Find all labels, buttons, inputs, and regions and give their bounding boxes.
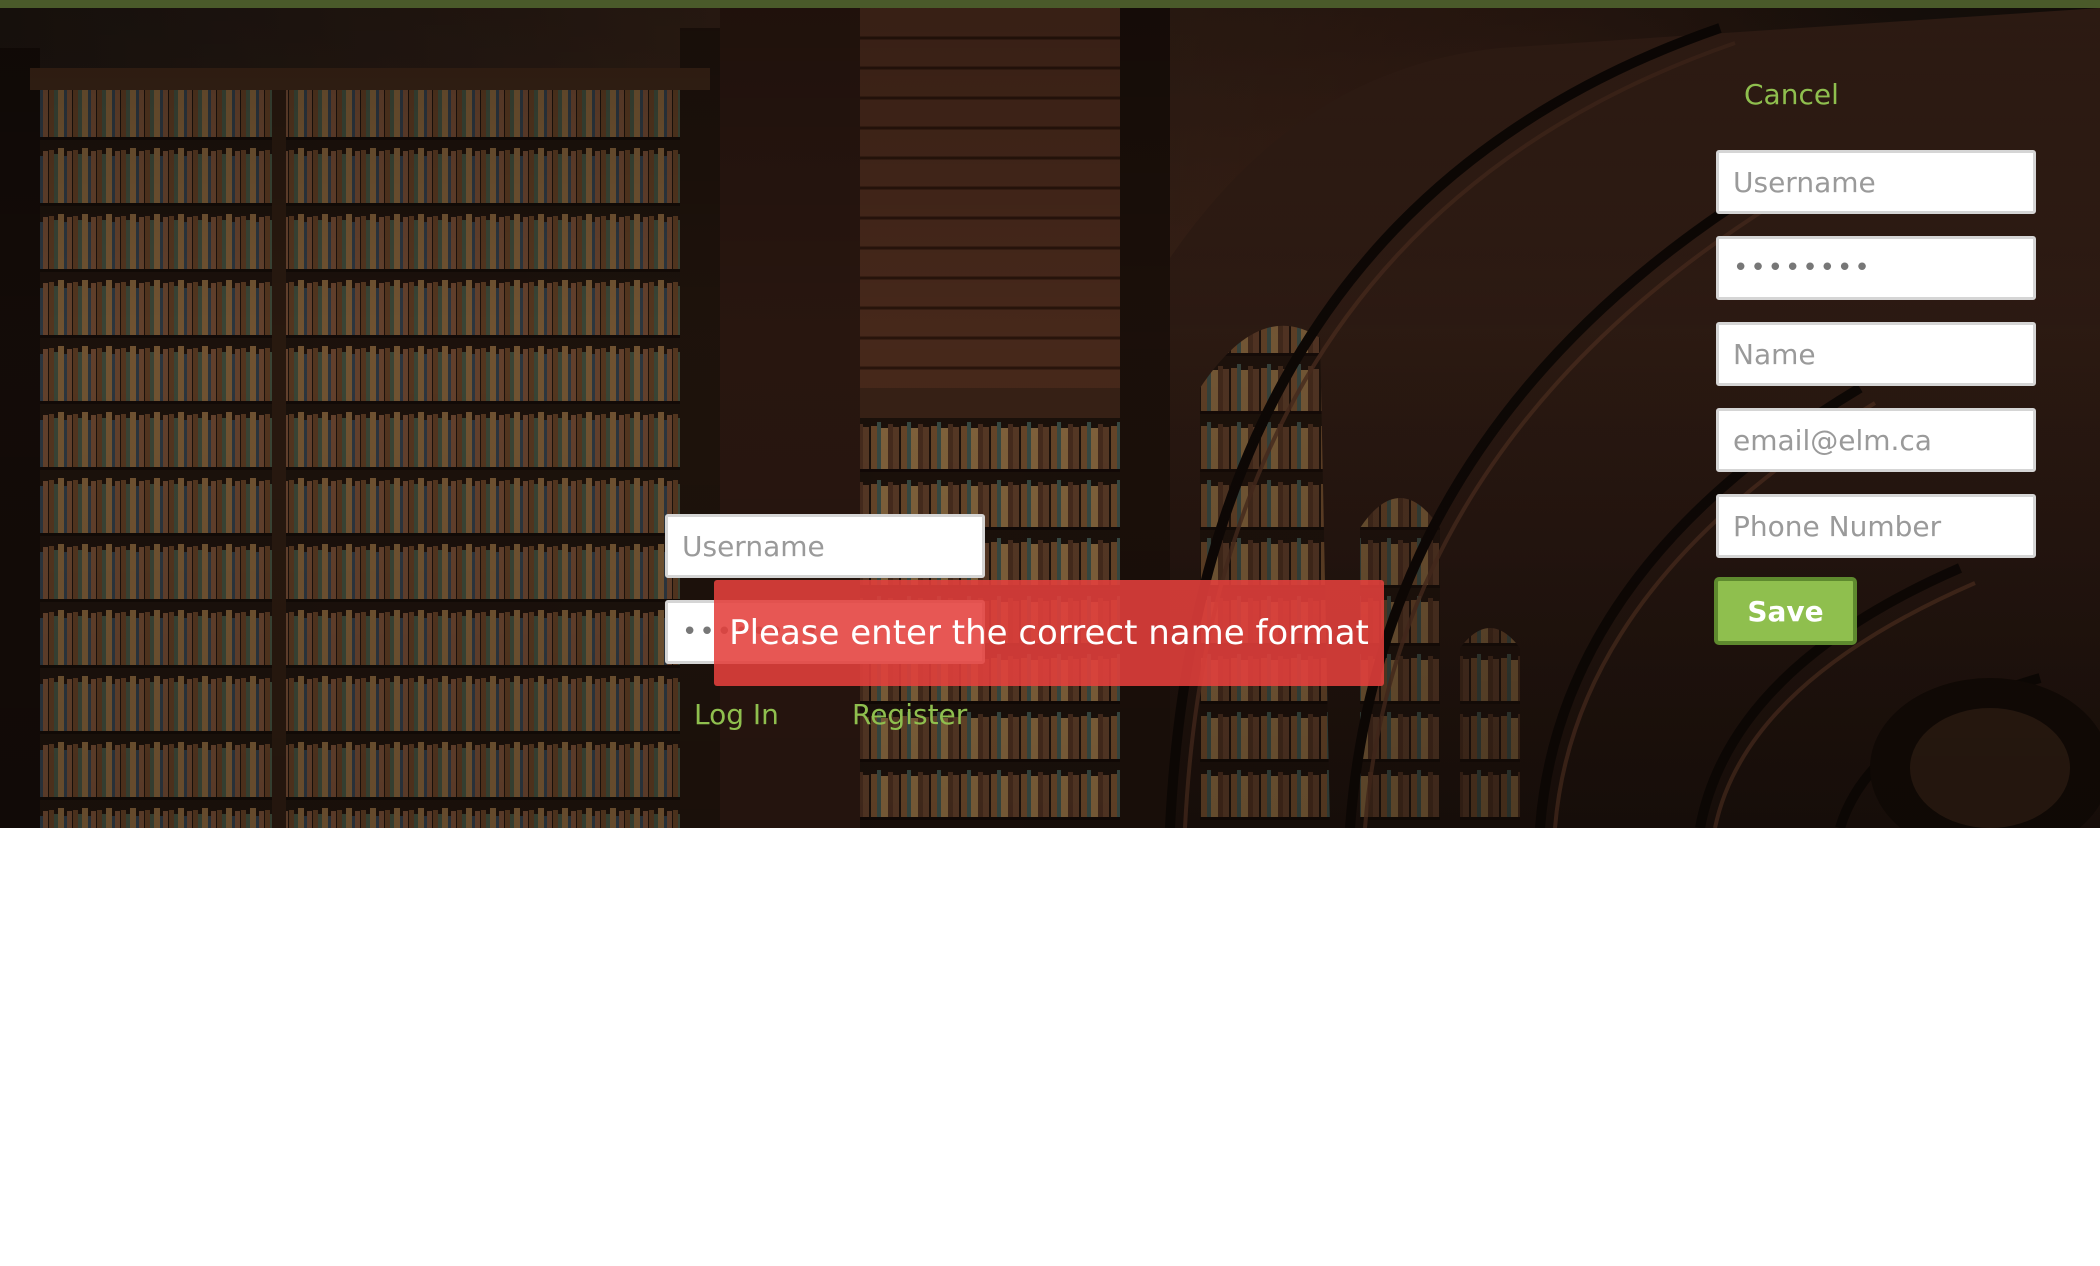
register-email-field[interactable]	[1716, 408, 2036, 472]
login-username-field[interactable]	[665, 514, 985, 578]
register-password-field[interactable]	[1716, 236, 2036, 300]
page: Log In Register Please enter the correct…	[0, 0, 2100, 1266]
register-phone-field[interactable]	[1716, 494, 2036, 558]
top-stripe	[0, 0, 2100, 8]
empty-content-area	[0, 828, 2100, 1266]
register-link[interactable]: Register	[852, 698, 967, 731]
cancel-link[interactable]: Cancel	[1744, 78, 1839, 111]
login-link[interactable]: Log In	[694, 698, 779, 731]
error-message: Please enter the correct name format	[729, 613, 1369, 653]
register-username-field[interactable]	[1716, 150, 2036, 214]
register-name-field[interactable]	[1716, 322, 2036, 386]
save-button-label: Save	[1747, 594, 1824, 628]
save-button[interactable]: Save	[1714, 577, 1857, 645]
error-toast: Please enter the correct name format	[714, 580, 1384, 686]
